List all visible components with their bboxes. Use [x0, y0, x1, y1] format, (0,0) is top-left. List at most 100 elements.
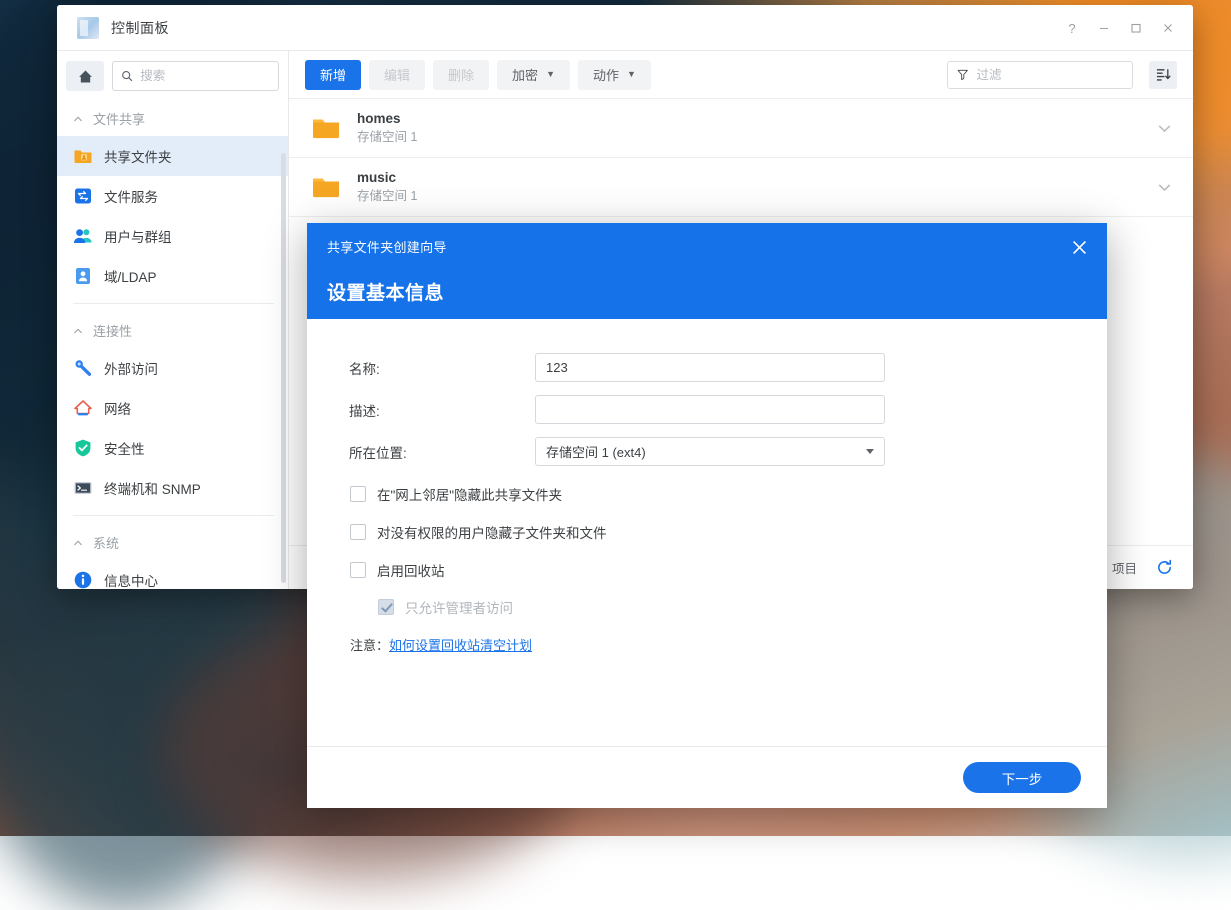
name-field-label: 名称:: [349, 358, 535, 378]
dialog-close-button[interactable]: [1067, 235, 1091, 259]
description-input[interactable]: [535, 395, 885, 424]
name-input[interactable]: [535, 353, 885, 382]
filter-input[interactable]: [976, 68, 1123, 82]
terminal-snmp-icon: [73, 478, 93, 498]
chevron-down-icon: ▼: [627, 70, 636, 79]
sidebar-divider: [73, 303, 274, 304]
sidebar-item-label: 信息中心: [104, 570, 158, 589]
checkbox-row-hide-subfolders[interactable]: 对没有权限的用户隐藏子文件夹和文件: [307, 522, 1107, 542]
checkbox-row-admin-only: 只允许管理者访问: [307, 597, 1107, 617]
sidebar-item-security[interactable]: 安全性: [57, 428, 288, 468]
sidebar-item-label: 文件服务: [104, 186, 158, 206]
sidebar-group-file-sharing: 文件共享 共享文件夹: [57, 99, 288, 296]
sidebar-header: [57, 51, 288, 99]
chevron-down-icon[interactable]: [1156, 179, 1173, 196]
search-box[interactable]: [112, 61, 279, 91]
maximize-button[interactable]: [1121, 13, 1151, 43]
sidebar-item-info-center[interactable]: 信息中心: [57, 560, 288, 589]
sort-button[interactable]: [1149, 61, 1177, 89]
shared-folder-icon: [73, 146, 93, 166]
sidebar-group-label: 系统: [93, 533, 119, 552]
sidebar-item-shared-folder[interactable]: 共享文件夹: [57, 136, 288, 176]
hide-in-network-checkbox[interactable]: [350, 486, 366, 502]
sidebar-item-terminal-snmp[interactable]: 终端机和 SNMP: [57, 468, 288, 508]
sidebar-item-label: 用户与群组: [104, 226, 172, 246]
users-groups-icon: [73, 226, 93, 246]
chevron-down-icon[interactable]: [1156, 120, 1173, 137]
minimize-button[interactable]: [1089, 13, 1119, 43]
recycle-bin-schedule-link[interactable]: 如何设置回收站清空计划: [389, 638, 532, 653]
info-center-icon: [73, 570, 93, 589]
sidebar-item-label: 网络: [104, 398, 131, 418]
sidebar-scroll-area: 文件共享 共享文件夹: [57, 99, 288, 589]
dialog-title: 设置基本信息: [327, 278, 1087, 305]
refresh-icon: [1156, 559, 1173, 576]
folder-location: 存储空间 1: [357, 188, 1156, 205]
sidebar-scrollbar[interactable]: [281, 153, 286, 583]
sidebar-item-users-groups[interactable]: 用户与群组: [57, 216, 288, 256]
checkbox-row-enable-recycle-bin[interactable]: 启用回收站: [307, 560, 1107, 580]
table-row[interactable]: homes 存储空间 1: [289, 99, 1193, 158]
edit-button[interactable]: 编辑: [369, 60, 425, 90]
create-shared-folder-dialog: 共享文件夹创建向导 设置基本信息 名称: 描述: 所在位置:: [307, 223, 1107, 808]
enable-recycle-bin-label: 启用回收站: [377, 560, 445, 580]
form-row-description: 描述:: [307, 395, 1107, 424]
filter-box[interactable]: [947, 61, 1133, 89]
folder-icon: [311, 172, 341, 202]
sidebar-item-file-service[interactable]: 文件服务: [57, 176, 288, 216]
home-icon: [77, 68, 94, 85]
encrypt-button[interactable]: 加密 ▼: [497, 60, 570, 90]
sidebar-group-header[interactable]: 连接性: [57, 313, 288, 348]
dialog-breadcrumb: 共享文件夹创建向导: [327, 237, 1087, 256]
next-button[interactable]: 下一步: [963, 762, 1081, 793]
admin-only-label: 只允许管理者访问: [405, 597, 513, 617]
window-titlebar: 控制面板 ?: [57, 5, 1193, 51]
search-input[interactable]: [140, 69, 270, 83]
sidebar-group-connectivity: 连接性 外部访问: [57, 311, 288, 508]
create-button[interactable]: 新增: [305, 60, 361, 90]
sidebar-item-network[interactable]: 网络: [57, 388, 288, 428]
row-text-block: music 存储空间 1: [357, 169, 1156, 205]
sidebar-item-external-access[interactable]: 外部访问: [57, 348, 288, 388]
control-panel-icon: [77, 17, 99, 39]
sidebar-group-header[interactable]: 系统: [57, 525, 288, 560]
checkbox-row-hide-network[interactable]: 在"网上邻居"隐藏此共享文件夹: [307, 484, 1107, 504]
close-icon: [1072, 240, 1087, 255]
file-service-icon: [73, 186, 93, 206]
sidebar-item-label: 终端机和 SNMP: [104, 478, 201, 498]
close-button[interactable]: [1153, 13, 1183, 43]
home-button[interactable]: [66, 61, 104, 91]
help-icon: ?: [1068, 21, 1075, 36]
admin-only-checkbox: [378, 599, 394, 615]
folder-location: 存储空间 1: [357, 129, 1156, 146]
chevron-up-icon: [73, 114, 83, 124]
refresh-button[interactable]: [1151, 555, 1177, 581]
sidebar-item-domain-ldap[interactable]: 域/LDAP: [57, 256, 288, 296]
chevron-down-icon: ▼: [546, 70, 555, 79]
table-row[interactable]: music 存储空间 1: [289, 158, 1193, 217]
help-button[interactable]: ?: [1057, 13, 1087, 43]
chevron-up-icon: [73, 538, 83, 548]
dialog-body: 名称: 描述: 所在位置: 在"网上邻居"隐藏此共享文件夹 对没有权限的用户隐藏…: [307, 319, 1107, 746]
delete-button[interactable]: 删除: [433, 60, 489, 90]
location-field-label: 所在位置:: [349, 442, 535, 462]
external-access-icon: [73, 358, 93, 378]
sidebar: 文件共享 共享文件夹: [57, 51, 289, 589]
note-row: 注意：如何设置回收站清空计划: [307, 635, 1107, 654]
folder-name: homes: [357, 110, 1156, 127]
sidebar-group-header[interactable]: 文件共享: [57, 101, 288, 136]
item-count-label: 项目: [1112, 558, 1137, 577]
hide-subfolders-checkbox[interactable]: [350, 524, 366, 540]
location-select-wrapper: [535, 437, 885, 466]
dialog-footer: 下一步: [307, 746, 1107, 808]
enable-recycle-bin-checkbox[interactable]: [350, 562, 366, 578]
shared-folder-list: homes 存储空间 1 music 存储空间 1: [289, 99, 1193, 217]
sidebar-item-label: 外部访问: [104, 358, 158, 378]
sidebar-group-label: 连接性: [93, 321, 132, 340]
network-icon: [73, 398, 93, 418]
location-select[interactable]: [535, 437, 885, 466]
folder-icon: [311, 113, 341, 143]
domain-ldap-icon: [73, 266, 93, 286]
action-button[interactable]: 动作 ▼: [578, 60, 651, 90]
row-text-block: homes 存储空间 1: [357, 110, 1156, 146]
